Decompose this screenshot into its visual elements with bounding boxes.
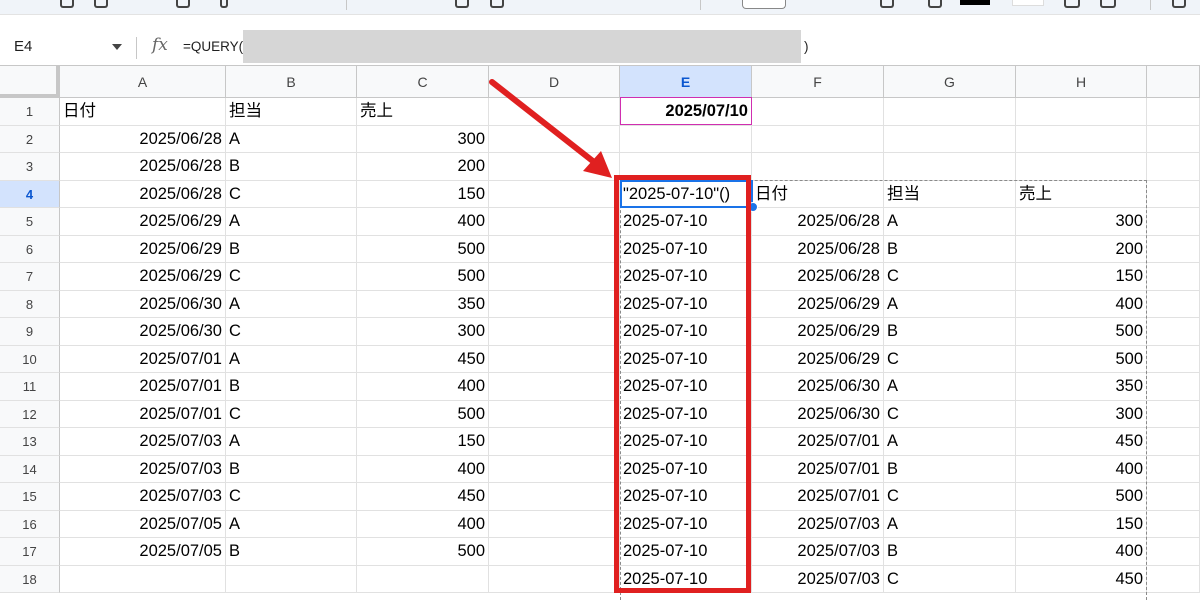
annotation-arrow — [489, 79, 612, 178]
